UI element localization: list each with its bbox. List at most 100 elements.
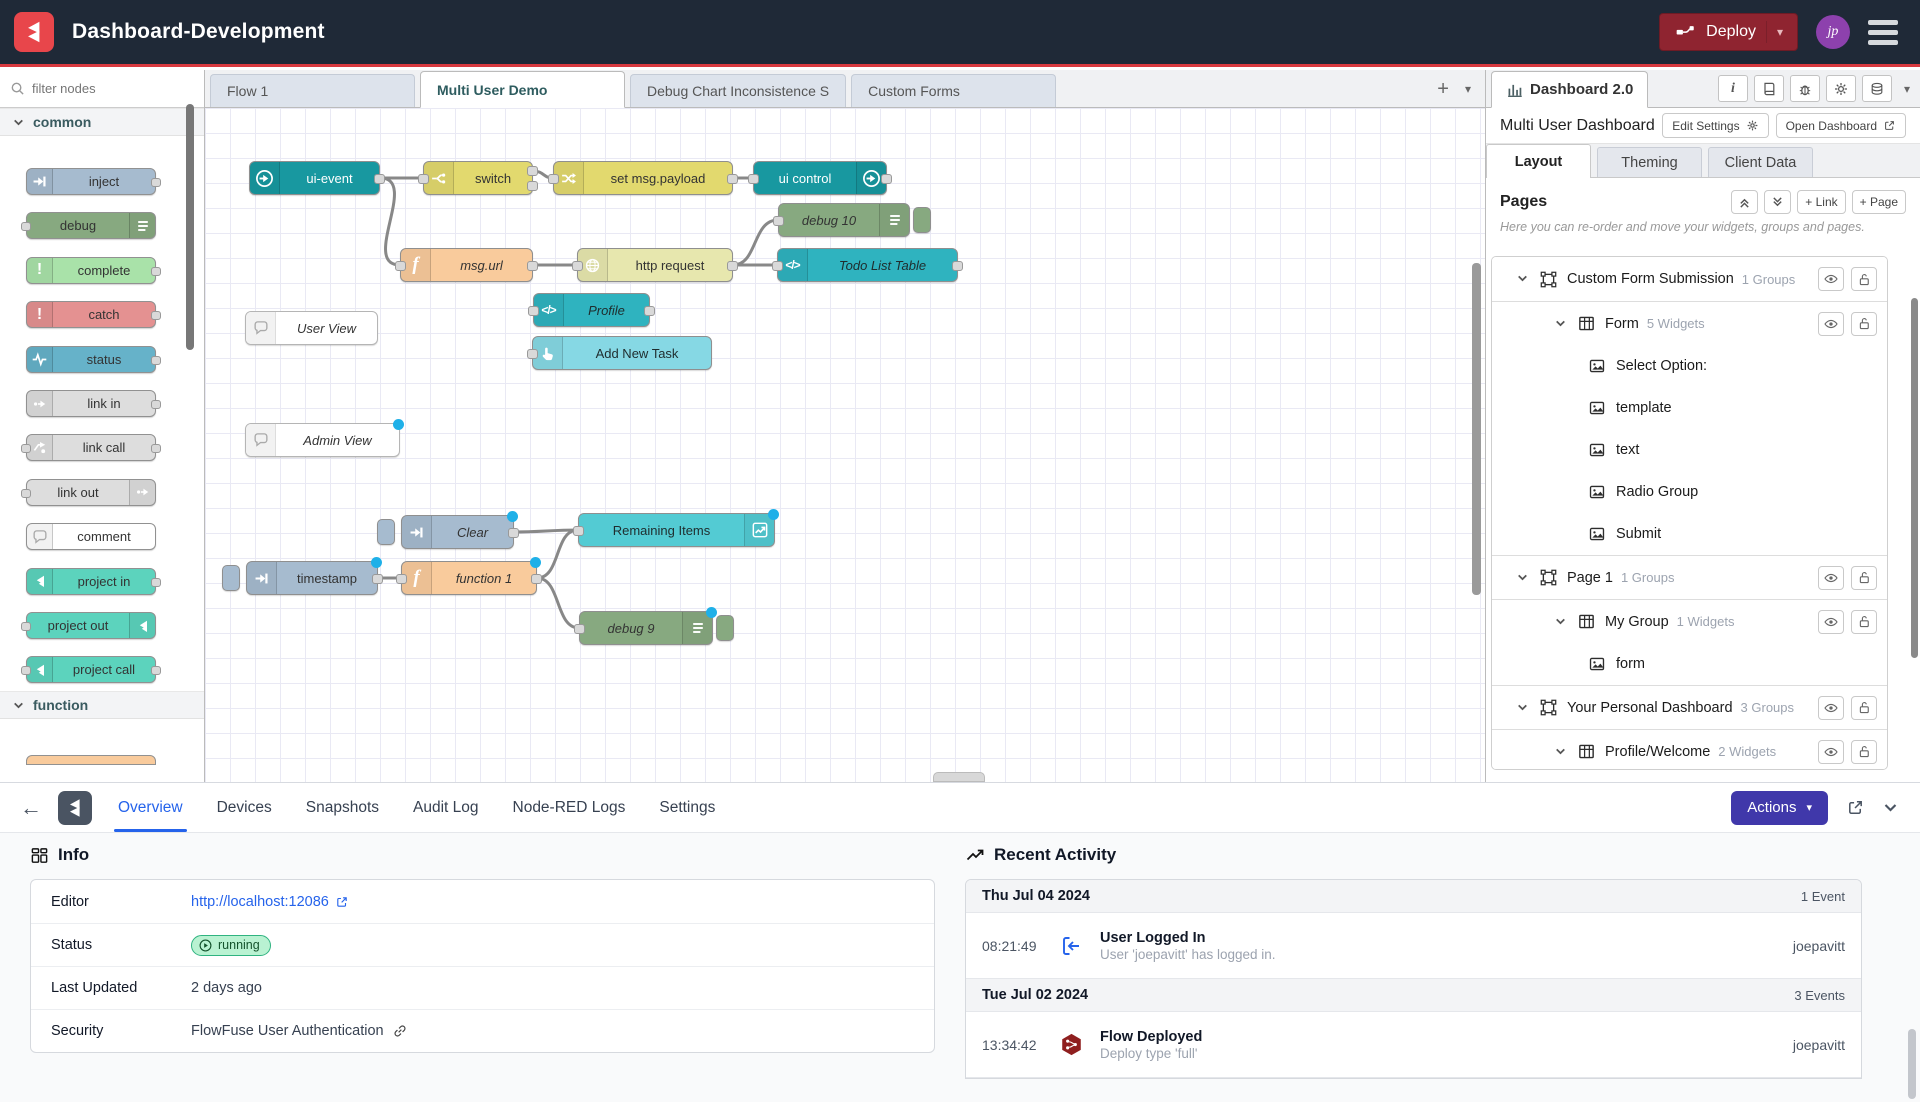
chevron-down-icon[interactable] <box>1516 701 1530 715</box>
node-ui-control[interactable]: ui control <box>753 161 887 195</box>
tree-page-your-personal-dashboard[interactable]: Your Personal Dashboard3 Groups <box>1492 685 1887 729</box>
flow-tab-3[interactable]: Debug Chart Inconsistence S <box>630 74 846 107</box>
node-timestamp[interactable]: timestamp <box>246 561 378 595</box>
editor-link[interactable]: http://localhost:12086 <box>191 894 349 910</box>
tree-widget-select-option-[interactable]: Select Option: <box>1492 345 1887 387</box>
sidebar-tab-layout[interactable]: Layout <box>1486 144 1591 178</box>
palette-node-complete[interactable]: !complete <box>26 257 156 284</box>
flow-list-chevron-icon[interactable]: ▾ <box>1465 82 1471 96</box>
flow-tab-1[interactable]: Flow 1 <box>210 74 415 107</box>
node-adminview[interactable]: Admin View <box>245 423 400 457</box>
add-flow-icon[interactable]: + <box>1437 79 1449 99</box>
lock-open-icon[interactable] <box>1851 312 1877 336</box>
tree-page-custom-form-submission[interactable]: Custom Form Submission1 Groups <box>1492 257 1887 301</box>
palette-node-catch[interactable]: !catch <box>26 301 156 328</box>
chevron-down-icon[interactable] <box>1516 272 1530 286</box>
collapse-panel-chevron-icon[interactable] <box>1883 800 1898 815</box>
flow-tab-4[interactable]: Custom Forms <box>851 74 1056 107</box>
open-dashboard-button[interactable]: Open Dashboard <box>1776 113 1906 138</box>
node-debug9[interactable]: debug 9 <box>579 611 713 645</box>
help-tab-icon[interactable] <box>1754 75 1784 102</box>
activity-event-row[interactable]: 08:21:49 User Logged InUser 'joepavitt' … <box>966 913 1861 979</box>
instance-tab-settings[interactable]: Settings <box>659 783 715 832</box>
sidebar-scrollbar[interactable] <box>1911 298 1918 658</box>
lock-open-icon[interactable] <box>1851 740 1877 764</box>
tree-widget-text[interactable]: text <box>1492 429 1887 471</box>
tree-widget-radio-group[interactable]: Radio Group <box>1492 471 1887 513</box>
palette-node-inject[interactable]: inject <box>26 168 156 195</box>
info-tab-icon[interactable]: i <box>1718 75 1748 102</box>
palette-search[interactable] <box>0 70 204 108</box>
sidebar-tab-theming[interactable]: Theming <box>1597 147 1702 177</box>
chevron-down-icon[interactable] <box>1554 317 1568 331</box>
visibility-eye-icon[interactable] <box>1818 696 1844 720</box>
palette-node-link-in[interactable]: link in <box>26 390 156 417</box>
canvas-splitter-handle[interactable] <box>933 772 985 782</box>
canvas-scrollbar[interactable] <box>1472 263 1481 595</box>
visibility-eye-icon[interactable] <box>1818 267 1844 291</box>
config-tab-icon[interactable] <box>1826 75 1856 102</box>
visibility-eye-icon[interactable] <box>1818 740 1844 764</box>
node-ui-event[interactable]: ui-event <box>249 161 380 195</box>
collapse-all-button[interactable] <box>1731 190 1758 214</box>
palette-node-project-call[interactable]: project call <box>26 656 156 683</box>
deploy-caret-icon[interactable]: ▾ <box>1766 21 1783 43</box>
palette-section-common[interactable]: common <box>0 108 204 136</box>
palette-section-function[interactable]: function <box>0 691 204 719</box>
palette-node-link-call[interactable]: link call <box>26 434 156 461</box>
actions-button[interactable]: Actions ▾ <box>1731 791 1828 825</box>
tree-group-profile-welcome[interactable]: Profile/Welcome2 Widgets <box>1492 729 1887 770</box>
tree-widget-form[interactable]: form <box>1492 643 1887 685</box>
expand-all-button[interactable] <box>1764 190 1791 214</box>
panel-scrollbar[interactable] <box>1908 1029 1916 1099</box>
node-switch[interactable]: switch <box>423 161 533 195</box>
palette-node-project-out[interactable]: project out <box>26 612 156 639</box>
inject-button-timestamp[interactable] <box>222 565 240 591</box>
node-http[interactable]: http request <box>577 248 733 282</box>
node-function1[interactable]: ffunction 1 <box>401 561 537 595</box>
node-clear[interactable]: Clear <box>401 515 514 549</box>
chain-link-icon[interactable] <box>392 1023 408 1039</box>
add-page-button[interactable]: + Page <box>1852 190 1906 214</box>
debug-toggle-debug9[interactable] <box>716 615 734 641</box>
context-tab-icon[interactable] <box>1862 75 1892 102</box>
open-editor-icon[interactable] <box>1846 798 1865 817</box>
palette-node-comment[interactable]: comment <box>26 523 156 550</box>
flow-canvas[interactable]: ui-eventswitchset msg.payloadui controld… <box>205 108 1485 782</box>
instance-tab-snapshots[interactable]: Snapshots <box>306 783 379 832</box>
instance-tab-audit-log[interactable]: Audit Log <box>413 783 479 832</box>
palette-node-link-out[interactable]: link out <box>26 479 156 506</box>
instance-tab-devices[interactable]: Devices <box>217 783 272 832</box>
lock-open-icon[interactable] <box>1851 566 1877 590</box>
debug-toggle-debug10[interactable] <box>913 207 931 233</box>
activity-event-row[interactable]: 13:34:42 Flow DeployedDeploy type 'full'… <box>966 1012 1861 1078</box>
tree-page-page-1[interactable]: Page 11 Groups <box>1492 555 1887 599</box>
palette-node-debug[interactable]: debug <box>26 212 156 239</box>
edit-settings-button[interactable]: Edit Settings <box>1662 113 1768 138</box>
node-addtask[interactable]: Add New Task <box>532 336 712 370</box>
back-arrow-icon[interactable]: ← <box>20 795 42 821</box>
lock-open-icon[interactable] <box>1851 610 1877 634</box>
inject-button-clear[interactable] <box>377 519 395 545</box>
deploy-button[interactable]: Deploy ▾ <box>1659 13 1798 51</box>
main-menu-icon[interactable] <box>1868 20 1898 45</box>
chevron-down-icon[interactable] <box>1554 615 1568 629</box>
tab-dashboard-2[interactable]: Dashboard 2.0 <box>1491 71 1648 108</box>
node-remaining[interactable]: Remaining Items <box>578 513 775 547</box>
chevron-down-icon[interactable] <box>1554 745 1568 759</box>
tree-group-form[interactable]: Form5 Widgets <box>1492 301 1887 345</box>
node-profile[interactable]: </>Profile <box>533 293 650 327</box>
node-msgurl[interactable]: fmsg.url <box>400 248 533 282</box>
palette-node-project-in[interactable]: project in <box>26 568 156 595</box>
palette-node-partial[interactable] <box>26 755 156 765</box>
palette-search-input[interactable] <box>32 81 182 96</box>
visibility-eye-icon[interactable] <box>1818 312 1844 336</box>
instance-tab-node-red-logs[interactable]: Node-RED Logs <box>513 783 626 832</box>
visibility-eye-icon[interactable] <box>1818 610 1844 634</box>
node-todo[interactable]: </>Todo List Table <box>777 248 958 282</box>
add-link-button[interactable]: + Link <box>1797 190 1845 214</box>
tree-group-my-group[interactable]: My Group1 Widgets <box>1492 599 1887 643</box>
lock-open-icon[interactable] <box>1851 696 1877 720</box>
sidebar-more-chevron-icon[interactable]: ▾ <box>1904 82 1910 96</box>
node-debug10[interactable]: debug 10 <box>778 203 910 237</box>
